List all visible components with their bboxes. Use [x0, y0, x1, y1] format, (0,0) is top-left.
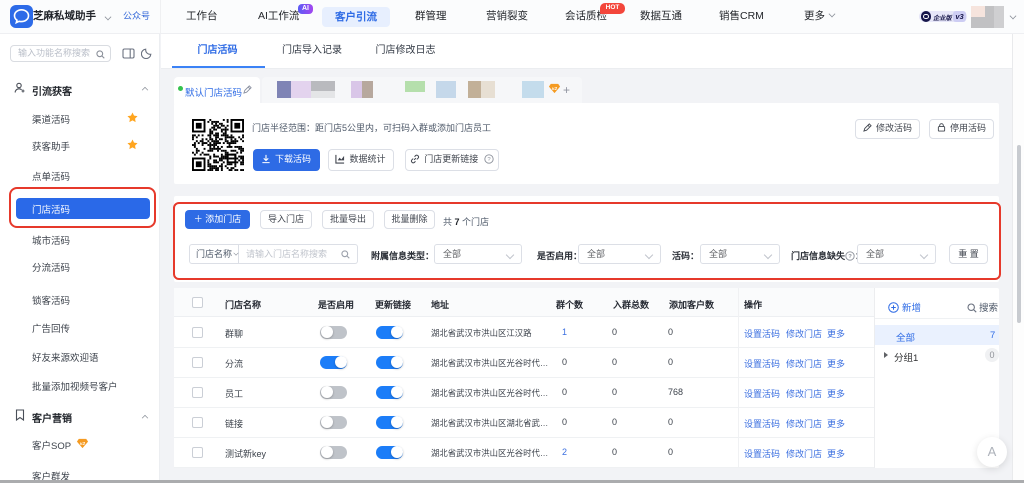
svg-text:v2: v2 [552, 86, 558, 91]
svg-text:?: ? [487, 157, 491, 163]
svg-text:v2: v2 [80, 441, 86, 446]
svg-text:?: ? [848, 254, 852, 260]
